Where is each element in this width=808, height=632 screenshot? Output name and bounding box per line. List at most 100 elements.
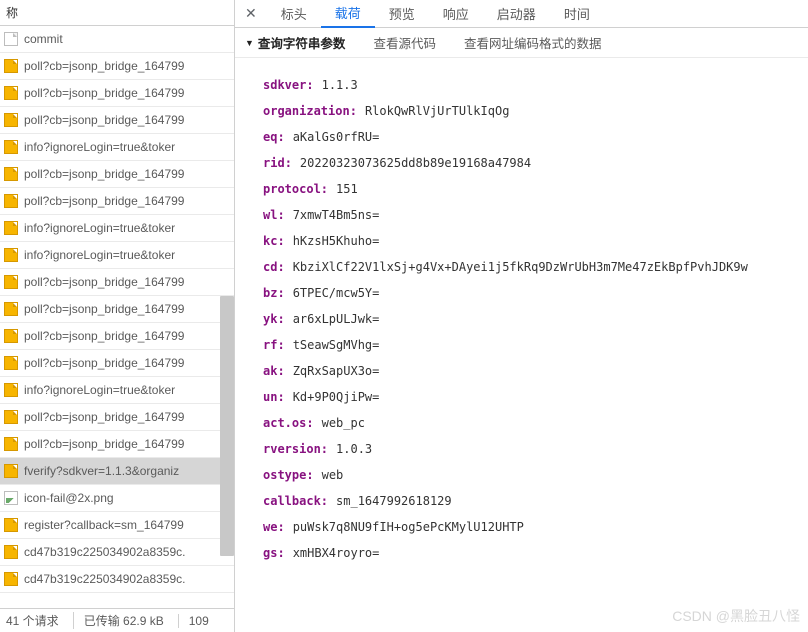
script-icon: [4, 194, 18, 208]
param-row: wl:7xmwT4Bm5ns=: [263, 208, 808, 222]
network-sidebar: 称 commitpoll?cb=jsonp_bridge_164799poll?…: [0, 0, 235, 632]
param-value: xmHBX4royro=: [287, 546, 380, 560]
request-row[interactable]: commit: [0, 26, 234, 53]
request-row[interactable]: poll?cb=jsonp_bridge_164799: [0, 269, 234, 296]
payload-subbar: ▼ 查询字符串参数 查看源代码 查看网址编码格式的数据: [235, 28, 808, 58]
request-row[interactable]: cd47b319c225034902a8359c.: [0, 566, 234, 593]
request-row[interactable]: poll?cb=jsonp_bridge_164799: [0, 323, 234, 350]
status-transferred: 已传输 62.9 kB: [73, 612, 164, 629]
param-key: act.os: [263, 416, 306, 430]
param-key: protocol: [263, 182, 321, 196]
script-icon: [4, 248, 18, 262]
script-icon: [4, 383, 18, 397]
param-key: cd: [263, 260, 277, 274]
script-icon: [4, 167, 18, 181]
sidebar-column-header[interactable]: 称: [0, 0, 234, 26]
param-row: eq:aKalGs0rfRU=: [263, 130, 808, 144]
detail-tabbar: ✕ 标头载荷预览响应启动器时间: [235, 0, 808, 28]
request-label: icon-fail@2x.png: [24, 491, 114, 505]
script-icon: [4, 302, 18, 316]
tab-3[interactable]: 响应: [429, 0, 483, 28]
request-label: poll?cb=jsonp_bridge_164799: [24, 59, 184, 73]
request-row[interactable]: register?callback=sm_164799: [0, 512, 234, 539]
param-key: we: [263, 520, 277, 534]
tab-0[interactable]: 标头: [267, 0, 321, 28]
param-key: eq: [263, 130, 277, 144]
param-row: rf:tSeawSgMVhg=: [263, 338, 808, 352]
request-row[interactable]: poll?cb=jsonp_bridge_164799: [0, 296, 234, 323]
request-row[interactable]: info?ignoreLogin=true&toker: [0, 242, 234, 269]
request-label: poll?cb=jsonp_bridge_164799: [24, 113, 184, 127]
param-value: 1.1.3: [316, 78, 358, 92]
param-row: protocol:151: [263, 182, 808, 196]
detail-panel: ✕ 标头载荷预览响应启动器时间 ▼ 查询字符串参数 查看源代码 查看网址编码格式…: [235, 0, 808, 632]
request-row[interactable]: poll?cb=jsonp_bridge_164799: [0, 161, 234, 188]
request-label: poll?cb=jsonp_bridge_164799: [24, 167, 184, 181]
view-source-link[interactable]: 查看源代码: [373, 33, 436, 52]
param-key: wl: [263, 208, 277, 222]
request-row[interactable]: poll?cb=jsonp_bridge_164799: [0, 80, 234, 107]
view-urlencoded-link[interactable]: 查看网址编码格式的数据: [464, 33, 602, 52]
request-label: cd47b319c225034902a8359c.: [24, 572, 185, 586]
request-row[interactable]: fverify?sdkver=1.1.3&organiz: [0, 458, 234, 485]
request-row[interactable]: info?ignoreLogin=true&toker: [0, 134, 234, 161]
request-label: register?callback=sm_164799: [24, 518, 184, 532]
script-icon: [4, 113, 18, 127]
script-icon: [4, 140, 18, 154]
request-row[interactable]: poll?cb=jsonp_bridge_164799: [0, 404, 234, 431]
param-row: kc:hKzsH5Khuho=: [263, 234, 808, 248]
request-label: commit: [24, 32, 63, 46]
request-label: poll?cb=jsonp_bridge_164799: [24, 86, 184, 100]
script-icon: [4, 275, 18, 289]
request-row[interactable]: info?ignoreLogin=true&toker: [0, 215, 234, 242]
param-value: RlokQwRlVjUrTUlkIqOg: [359, 104, 510, 118]
script-icon: [4, 545, 18, 559]
param-value: 7xmwT4Bm5ns=: [287, 208, 380, 222]
request-label: info?ignoreLogin=true&toker: [24, 140, 175, 154]
query-params-heading[interactable]: ▼ 查询字符串参数: [245, 33, 345, 52]
request-row[interactable]: poll?cb=jsonp_bridge_164799: [0, 431, 234, 458]
request-row[interactable]: cd47b319c225034902a8359c.: [0, 539, 234, 566]
param-key: callback: [263, 494, 321, 508]
document-icon: [4, 32, 18, 46]
request-label: poll?cb=jsonp_bridge_164799: [24, 302, 184, 316]
param-value: ar6xLpULJwk=: [287, 312, 380, 326]
param-key: ostype: [263, 468, 306, 482]
tab-1[interactable]: 载荷: [321, 0, 375, 28]
param-row: cd:KbziXlCf22V1lxSj+g4Vx+DAyei1j5fkRq9Dz…: [263, 260, 808, 274]
request-label: info?ignoreLogin=true&toker: [24, 383, 175, 397]
tab-4[interactable]: 启动器: [483, 0, 550, 28]
param-row: yk:ar6xLpULJwk=: [263, 312, 808, 326]
tab-5[interactable]: 时间: [550, 0, 604, 28]
param-value: Kd+9P0QjiPw=: [287, 390, 380, 404]
script-icon: [4, 356, 18, 370]
request-row[interactable]: poll?cb=jsonp_bridge_164799: [0, 107, 234, 134]
param-key: gs: [263, 546, 277, 560]
param-key: organization: [263, 104, 350, 118]
request-row[interactable]: poll?cb=jsonp_bridge_164799: [0, 53, 234, 80]
payload-content: sdkver:1.1.3organization:RlokQwRlVjUrTUl…: [235, 58, 808, 632]
request-label: fverify?sdkver=1.1.3&organiz: [24, 464, 179, 478]
param-key: kc: [263, 234, 277, 248]
request-label: poll?cb=jsonp_bridge_164799: [24, 275, 184, 289]
script-icon: [4, 437, 18, 451]
param-row: rid:20220323073625dd8b89e19168a47984: [263, 156, 808, 170]
param-value: web: [316, 468, 344, 482]
tab-2[interactable]: 预览: [375, 0, 429, 28]
param-value: web_pc: [316, 416, 365, 430]
param-row: rversion:1.0.3: [263, 442, 808, 456]
param-value: 20220323073625dd8b89e19168a47984: [294, 156, 531, 170]
request-list[interactable]: commitpoll?cb=jsonp_bridge_164799poll?cb…: [0, 26, 234, 593]
param-value: 151: [330, 182, 358, 196]
close-icon[interactable]: ✕: [241, 5, 267, 22]
param-key: ak: [263, 364, 277, 378]
request-row[interactable]: icon-fail@2x.png: [0, 485, 234, 512]
request-label: poll?cb=jsonp_bridge_164799: [24, 356, 184, 370]
request-label: cd47b319c225034902a8359c.: [24, 545, 185, 559]
request-row[interactable]: poll?cb=jsonp_bridge_164799: [0, 350, 234, 377]
query-params-title: 查询字符串参数: [258, 33, 346, 52]
request-row[interactable]: info?ignoreLogin=true&toker: [0, 377, 234, 404]
request-label: info?ignoreLogin=true&toker: [24, 248, 175, 262]
request-row[interactable]: poll?cb=jsonp_bridge_164799: [0, 188, 234, 215]
scrollbar-thumb[interactable]: [220, 296, 234, 556]
